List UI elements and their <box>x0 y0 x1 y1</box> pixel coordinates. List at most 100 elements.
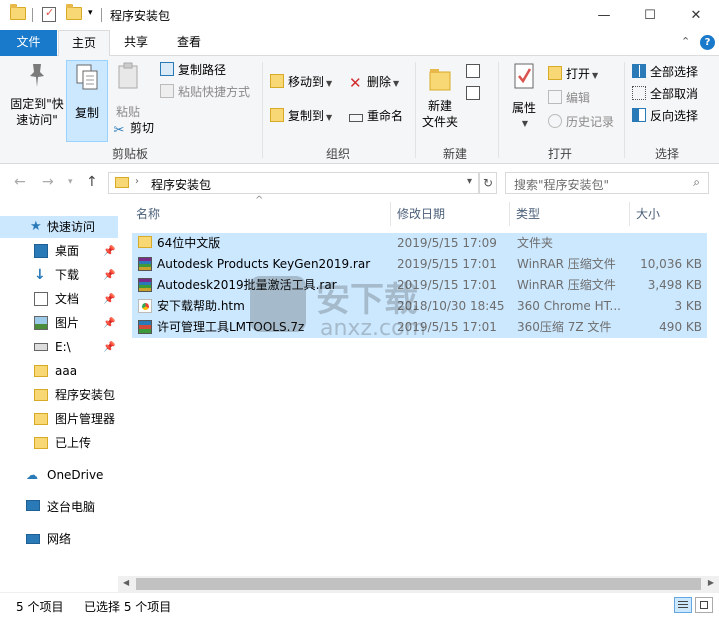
nav-item[interactable]: 桌面 📌 <box>0 240 118 262</box>
folder-icon <box>34 365 48 377</box>
move-to-button[interactable]: 移动到 ▼ <box>270 72 332 92</box>
tab-view[interactable]: 查看 <box>164 30 214 56</box>
open-button[interactable]: 打开 ▼ <box>548 64 598 84</box>
copy-to-button[interactable]: 复制到 ▼ <box>270 106 332 126</box>
paste-button[interactable]: 粘贴 <box>110 60 146 120</box>
customize-quick-access-icon[interactable]: ▾ <box>88 8 93 18</box>
nav-item-label: 快速访问 <box>47 220 96 234</box>
file-type: 文件夹 <box>517 236 554 250</box>
computer-icon <box>26 500 40 511</box>
search-input[interactable]: 搜索"程序安装包" ⌕ <box>505 172 709 194</box>
horizontal-scrollbar[interactable]: ◀ ▶ <box>118 576 719 592</box>
scrollbar-thumb[interactable] <box>136 578 701 590</box>
divider <box>415 62 416 158</box>
address-field[interactable]: › 程序安装包 ▾ <box>108 172 479 194</box>
large-icons-view-icon[interactable] <box>695 597 713 613</box>
navigation-pane: ★ 快速访问 桌面 📌 ↓ 下载 📌 文档 📌 图片 📌 E:\ 📌 aaa 程序安装包 图片管理器 已上传 ☁ O… <box>0 202 118 592</box>
folder-icon <box>138 236 152 248</box>
nav-item-label: 桌面 <box>55 244 80 258</box>
tab-file[interactable]: 文件 <box>0 30 57 56</box>
new-folder-quick-icon[interactable] <box>66 4 82 20</box>
search-icon[interactable]: ⌕ <box>693 175 700 190</box>
column-header-date[interactable]: 修改日期 <box>397 202 507 226</box>
forward-arrow-icon[interactable]: → <box>42 174 54 190</box>
cut-button[interactable]: ✂ 剪切 <box>112 118 154 138</box>
collapse-ribbon-icon[interactable]: ⌃ <box>681 35 690 48</box>
edit-button[interactable]: 编辑 <box>548 88 590 108</box>
select-none-button[interactable]: 全部取消 <box>632 84 698 104</box>
invert-selection-label: 反向选择 <box>650 109 699 123</box>
nav-item[interactable]: 程序安装包 <box>0 384 118 406</box>
nav-item-label: 网络 <box>47 532 72 546</box>
breadcrumb-path[interactable]: 程序安装包 <box>151 176 211 193</box>
divider <box>390 202 391 226</box>
nav-item[interactable]: 图片 📌 <box>0 312 118 334</box>
new-folder-button[interactable]: 新建 文件夹 <box>418 60 462 130</box>
nav-item[interactable]: 网络 <box>0 528 118 550</box>
details-view-icon[interactable] <box>674 597 692 613</box>
star-icon: ★ <box>30 219 42 234</box>
invert-selection-button[interactable]: 反向选择 <box>632 106 698 126</box>
scroll-right-icon[interactable]: ▶ <box>708 578 714 587</box>
desktop-icon <box>34 244 48 258</box>
up-arrow-icon[interactable]: ↑ <box>86 174 98 190</box>
invert-selection-icon <box>632 108 646 122</box>
nav-item[interactable]: ↓ 下载 📌 <box>0 264 118 286</box>
paste-shortcut-button[interactable]: 粘贴快捷方式 <box>160 82 250 102</box>
select-all-button[interactable]: 全部选择 <box>632 62 698 82</box>
easy-access-icon <box>466 86 480 100</box>
move-to-label: 移动到 <box>288 75 325 89</box>
new-item-button[interactable] <box>466 62 490 82</box>
cloud-icon: ☁ <box>26 468 38 482</box>
close-button[interactable]: ✕ <box>673 0 719 30</box>
file-type: WinRAR 压缩文件 <box>517 257 616 271</box>
pin-quick-access-button[interactable]: 固定到"快 速访问" <box>6 60 68 128</box>
edit-label: 编辑 <box>566 91 591 105</box>
nav-item[interactable]: 图片管理器 <box>0 408 118 430</box>
file-size: 10,036 KB <box>640 257 702 271</box>
nav-item[interactable]: E:\ 📌 <box>0 336 118 358</box>
new-folder-label: 新建 文件夹 <box>421 99 458 129</box>
pin-icon[interactable]: 📌 <box>103 241 115 262</box>
nav-item[interactable]: ☁ OneDrive <box>0 464 118 486</box>
tab-home[interactable]: 主页 <box>58 30 110 57</box>
delete-button[interactable]: ✕ 删除 ▼ <box>349 72 399 92</box>
nav-item-label: 已上传 <box>55 436 92 450</box>
pin-icon[interactable]: 📌 <box>103 337 115 358</box>
address-dropdown-icon[interactable]: ▾ <box>467 176 472 187</box>
file-type: 360压缩 7Z 文件 <box>517 320 612 334</box>
pin-icon[interactable]: 📌 <box>103 313 115 334</box>
watermark-logo: 安下载 anxz.com <box>250 272 480 352</box>
back-arrow-icon[interactable]: ← <box>14 174 26 190</box>
scroll-left-icon[interactable]: ◀ <box>123 578 129 587</box>
nav-item[interactable]: 文档 📌 <box>0 288 118 310</box>
easy-access-button[interactable] <box>466 84 490 104</box>
minimize-button[interactable]: — <box>581 0 627 30</box>
maximize-button[interactable]: ☐ <box>627 0 673 30</box>
file-row[interactable]: 64位中文版 2019/5/15 17:09 文件夹 <box>132 233 707 254</box>
select-group-label: 选择 <box>654 147 679 161</box>
tab-share[interactable]: 共享 <box>112 30 160 56</box>
file-size: 490 KB <box>659 320 702 334</box>
column-header-size[interactable]: 大小 <box>636 202 706 226</box>
properties-button[interactable]: 属性 ▼ <box>504 60 544 132</box>
watermark-shield-icon <box>250 276 306 332</box>
refresh-icon[interactable]: ↻ <box>479 172 497 194</box>
rar-icon <box>138 257 152 271</box>
nav-item[interactable]: ★ 快速访问 <box>0 216 118 238</box>
column-header-type[interactable]: 类型 <box>516 202 626 226</box>
pin-icon[interactable]: 📌 <box>103 265 115 286</box>
rename-button[interactable]: 重命名 <box>349 106 403 126</box>
copy-button[interactable]: 复制 <box>66 60 108 142</box>
breadcrumb-chevron-icon[interactable]: › <box>135 176 139 187</box>
nav-item[interactable]: 这台电脑 <box>0 496 118 518</box>
history-button[interactable]: 历史记录 <box>548 112 614 132</box>
pin-icon[interactable]: 📌 <box>103 289 115 310</box>
column-header-name[interactable]: 名称 <box>136 202 386 226</box>
recent-locations-icon[interactable]: ▾ <box>68 177 73 187</box>
nav-item[interactable]: aaa <box>0 360 118 382</box>
help-icon[interactable]: ? <box>700 35 715 50</box>
copy-path-button[interactable]: 复制路径 <box>160 60 226 80</box>
properties-quick-icon[interactable]: ✓ <box>42 6 56 22</box>
nav-item[interactable]: 已上传 <box>0 432 118 454</box>
